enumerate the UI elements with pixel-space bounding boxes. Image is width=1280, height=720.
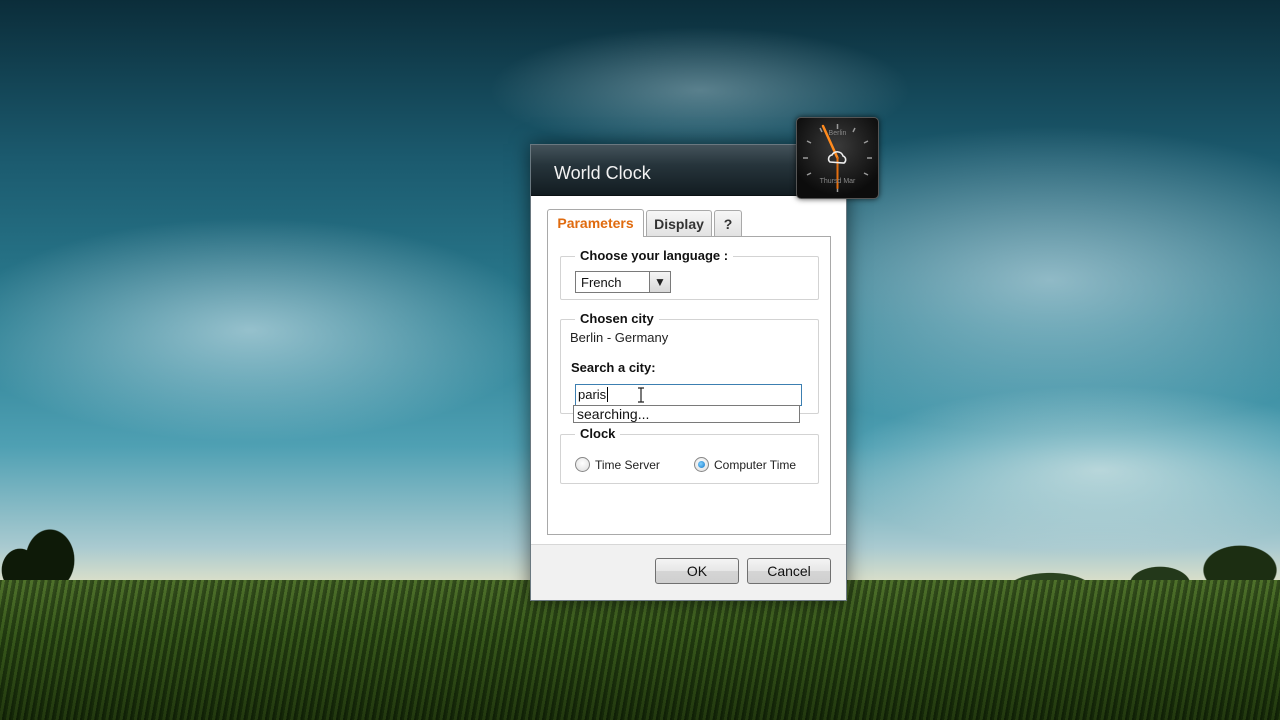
search-suggestion-dropdown[interactable]: searching... xyxy=(573,405,800,423)
ibeam-cursor-icon xyxy=(638,387,644,403)
time-server-label[interactable]: Time Server xyxy=(595,458,660,472)
language-legend: Choose your language : xyxy=(575,248,734,263)
gadget-city: Berlin xyxy=(828,130,847,137)
chosen-city-legend: Chosen city xyxy=(575,311,659,326)
chevron-down-icon[interactable]: ▼ xyxy=(649,272,670,292)
search-city-label: Search a city: xyxy=(571,360,656,375)
language-select[interactable]: French ▼ xyxy=(575,271,671,293)
clock-group: Clock Time Server Computer Time xyxy=(560,426,819,484)
computer-time-radio[interactable] xyxy=(694,457,709,472)
text-cursor xyxy=(607,387,609,402)
language-selected-value: French xyxy=(581,275,622,290)
tab-parameters[interactable]: Parameters xyxy=(547,209,644,237)
tab-help[interactable]: ? xyxy=(714,210,742,236)
clock-legend: Clock xyxy=(575,426,621,441)
world-clock-gadget[interactable]: Berlin Thursd Mar xyxy=(796,117,879,199)
time-server-radio[interactable] xyxy=(575,457,590,472)
tab-display[interactable]: Display xyxy=(646,210,712,236)
language-group: Choose your language : French ▼ xyxy=(560,248,819,300)
search-city-value: paris xyxy=(578,387,607,402)
chosen-city-group: Chosen city Berlin - Germany Search a ci… xyxy=(560,311,819,414)
parameters-panel: Choose your language : French ▼ Chosen c… xyxy=(547,236,831,535)
search-city-input[interactable]: paris xyxy=(575,384,802,406)
chosen-city-value: Berlin - Germany xyxy=(570,330,669,345)
grass-field xyxy=(0,580,1280,720)
gadget-date: Thursd Mar xyxy=(819,178,856,185)
search-suggestion-item: searching... xyxy=(577,406,650,422)
cancel-button[interactable]: Cancel xyxy=(747,558,831,584)
ok-button[interactable]: OK xyxy=(655,558,739,584)
dialog-title: World Clock xyxy=(554,163,651,183)
world-clock-settings-dialog: World Clock Parameters Display ? Choose … xyxy=(530,144,847,601)
computer-time-label[interactable]: Computer Time xyxy=(714,458,796,472)
dialog-content: Parameters Display ? Choose your languag… xyxy=(531,196,846,545)
